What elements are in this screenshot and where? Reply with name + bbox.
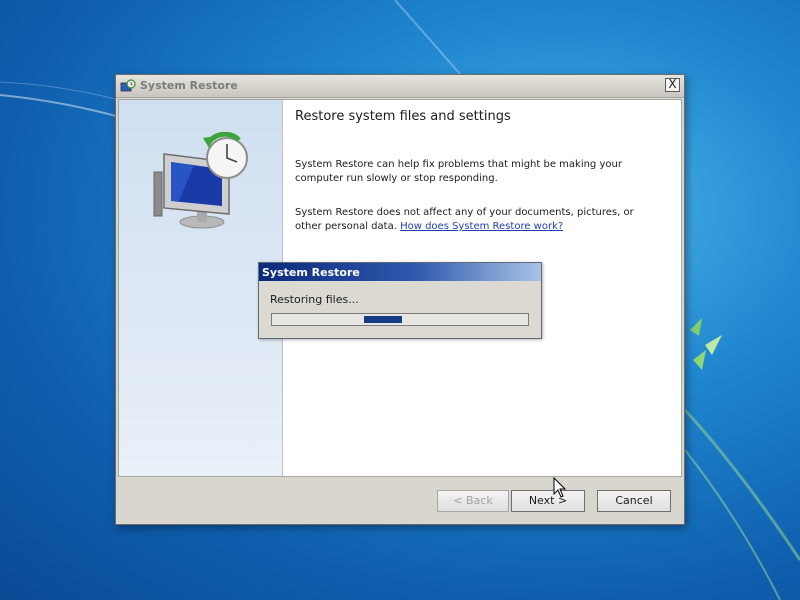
page-heading: Restore system files and settings <box>295 109 511 124</box>
description-text: System Restore can help fix problems tha… <box>295 159 622 184</box>
next-button[interactable]: Next > <box>511 490 585 512</box>
window-titlebar[interactable]: System Restore X <box>116 75 684 98</box>
cancel-button[interactable]: Cancel <box>597 490 671 512</box>
privacy-note: System Restore does not affect any of yo… <box>295 206 655 234</box>
help-link[interactable]: How does System Restore work? <box>400 221 563 232</box>
mouse-pointer-icon <box>553 477 567 498</box>
progress-dialog: System Restore Restoring files... <box>258 262 542 339</box>
system-restore-icon <box>120 79 136 92</box>
progress-status-text: Restoring files... <box>270 293 359 306</box>
back-button[interactable]: < Back <box>437 490 509 512</box>
progress-bar-marquee <box>364 316 402 323</box>
progress-dialog-titlebar[interactable]: System Restore <box>259 263 541 281</box>
computer-with-clock-icon <box>153 132 248 229</box>
close-button[interactable]: X <box>665 78 680 92</box>
window-title: System Restore <box>140 79 238 92</box>
progress-bar <box>271 313 529 326</box>
progress-dialog-title: System Restore <box>262 266 360 279</box>
close-icon: X <box>668 77 677 91</box>
